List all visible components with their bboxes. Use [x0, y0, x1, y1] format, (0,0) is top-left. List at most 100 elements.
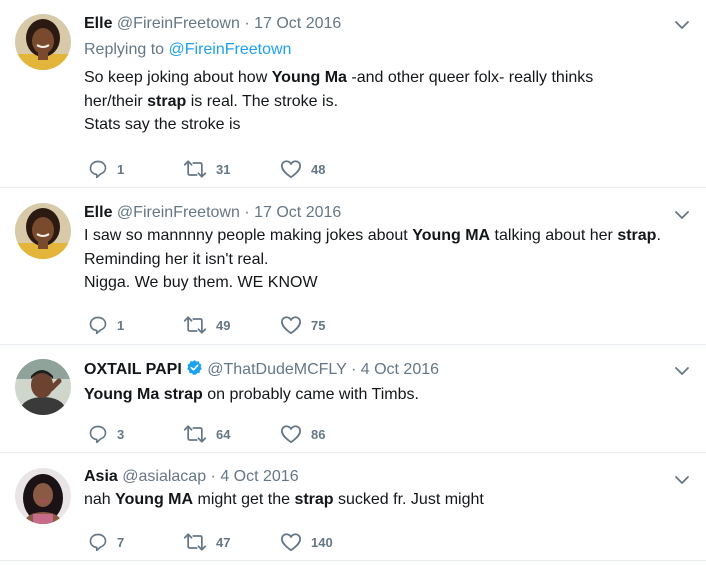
tweet-text-line: Reminding her it isn't real. [84, 248, 686, 272]
tweet-text-line: I saw so mannnny people making jokes abo… [84, 224, 686, 248]
highlighted-keyword: Young Ma [271, 69, 347, 86]
text-segment: sucked fr. Just might [333, 491, 484, 508]
tweet-text: I saw so mannnny people making jokes abo… [84, 224, 686, 295]
tweet-text: Young Ma strap on probably came with Tim… [84, 383, 686, 407]
avatar[interactable] [15, 14, 71, 70]
chevron-down-icon[interactable] [674, 17, 690, 33]
tweet-text-line: So keep joking about how Young Ma -and o… [84, 66, 686, 90]
replying-to-handle[interactable]: @FireinFreetown [169, 41, 292, 58]
tweet-3[interactable]: OXTAIL PAPI @ThatDudeMCFLY · 4 Oct 2016 … [0, 345, 706, 453]
reply-icon [88, 315, 108, 335]
reply-button[interactable]: 1 [88, 313, 124, 337]
tweet-text-line: Stats say the stroke is [84, 113, 686, 137]
like-button[interactable]: 75 [280, 313, 325, 337]
retweet-button[interactable]: 64 [183, 422, 230, 446]
display-name[interactable]: Asia [84, 468, 118, 485]
separator: · [244, 204, 250, 221]
like-count: 75 [311, 317, 326, 333]
text-segment: Nigga. We buy them. WE KNOW [84, 274, 318, 291]
retweet-icon [183, 424, 207, 444]
highlighted-keyword: Young MA [412, 227, 491, 244]
heart-icon [280, 159, 302, 179]
tweet-date[interactable]: 17 Oct 2016 [254, 204, 341, 221]
tweet-1[interactable]: Elle @FireinFreetown · 17 Oct 2016 Reply… [0, 0, 706, 188]
reply-count: 1 [117, 161, 125, 177]
verified-badge-icon [186, 359, 203, 382]
display-name[interactable]: OXTAIL PAPI [84, 361, 182, 378]
tweet-date[interactable]: 17 Oct 2016 [254, 15, 341, 32]
replying-to: Replying to @FireinFreetown [84, 40, 686, 60]
text-segment: nah [84, 491, 116, 508]
retweet-count: 49 [216, 317, 231, 333]
text-segment: -and other queer folx- really thinks [346, 69, 594, 86]
tweet-2[interactable]: Elle @FireinFreetown · 17 Oct 2016 I saw… [0, 188, 706, 345]
retweet-icon [183, 159, 207, 179]
reply-count: 3 [117, 426, 125, 442]
retweet-button[interactable]: 31 [183, 157, 230, 181]
tweet-text: nah Young MA might get the strap sucked … [84, 488, 686, 512]
tweet-date[interactable]: 4 Oct 2016 [361, 361, 439, 378]
retweet-count: 64 [216, 426, 231, 442]
tweet-date[interactable]: 4 Oct 2016 [220, 468, 298, 485]
tweet-header: Elle @FireinFreetown · 17 Oct 2016 [84, 203, 686, 223]
chevron-down-icon[interactable] [674, 363, 690, 379]
tweet-text: So keep joking about how Young Ma -and o… [84, 66, 686, 137]
tweet-header: Asia @asialacap · 4 Oct 2016 [84, 467, 686, 487]
heart-icon [280, 315, 302, 335]
text-segment: I saw so mannnny people making jokes abo… [84, 227, 413, 244]
like-button[interactable]: 140 [280, 530, 333, 554]
text-segment: Stats say the stroke is [84, 116, 241, 133]
heart-icon [280, 424, 302, 444]
text-segment: is real. The stroke is. [186, 92, 339, 110]
tweet-text-line: Young Ma strap on probably came with Tim… [84, 383, 686, 407]
reply-count: 1 [117, 317, 125, 333]
replying-to-label: Replying to [84, 41, 165, 58]
avatar[interactable] [15, 468, 71, 524]
separator: · [210, 468, 216, 485]
reply-button[interactable]: 7 [88, 530, 124, 554]
avatar[interactable] [15, 359, 71, 415]
like-count: 140 [311, 534, 333, 550]
display-name[interactable]: Elle [84, 204, 112, 221]
display-name[interactable]: Elle [84, 15, 112, 32]
like-button[interactable]: 86 [280, 422, 325, 446]
like-count: 86 [311, 426, 326, 442]
highlighted-keyword: strap [294, 491, 334, 508]
like-button[interactable]: 48 [280, 157, 325, 181]
reply-count: 7 [117, 534, 125, 550]
reply-icon [88, 424, 108, 444]
handle[interactable]: @FireinFreetown [117, 15, 240, 32]
text-segment: . [656, 227, 661, 244]
text-segment: Reminding her it isn't real. [84, 250, 269, 268]
reply-icon [88, 532, 108, 552]
text-segment: on probably came with Timbs. [202, 386, 419, 403]
highlighted-keyword: strap [617, 227, 657, 244]
text-segment: So keep joking about how [84, 69, 272, 86]
retweet-icon [183, 315, 207, 335]
text-segment: might get the [193, 491, 295, 508]
reply-button[interactable]: 3 [88, 422, 124, 446]
tweet-header: OXTAIL PAPI @ThatDudeMCFLY · 4 Oct 2016 [84, 359, 686, 382]
tweet-header: Elle @FireinFreetown · 17 Oct 2016 [84, 14, 686, 34]
highlighted-keyword: Young Ma [84, 386, 160, 403]
tweet-text-line: nah Young MA might get the strap sucked … [84, 488, 686, 512]
retweet-button[interactable]: 47 [183, 530, 230, 554]
retweet-icon [183, 532, 207, 552]
heart-icon [280, 532, 302, 552]
highlighted-keyword: Young MA [115, 491, 194, 508]
handle[interactable]: @ThatDudeMCFLY [207, 361, 346, 378]
tweet-4[interactable]: Asia @asialacap · 4 Oct 2016 nah Young M… [0, 453, 706, 561]
chevron-down-icon[interactable] [674, 207, 690, 223]
separator: · [244, 15, 250, 32]
tweet-text-line: Nigga. We buy them. WE KNOW [84, 271, 686, 295]
avatar[interactable] [15, 203, 71, 259]
handle[interactable]: @asialacap [122, 468, 206, 485]
retweet-count: 31 [216, 161, 231, 177]
like-count: 48 [311, 161, 326, 177]
handle[interactable]: @FireinFreetown [117, 204, 240, 221]
retweet-button[interactable]: 49 [183, 313, 230, 337]
reply-icon [88, 159, 108, 179]
separator: · [350, 361, 357, 378]
chevron-down-icon[interactable] [674, 472, 690, 488]
reply-button[interactable]: 1 [88, 157, 124, 181]
